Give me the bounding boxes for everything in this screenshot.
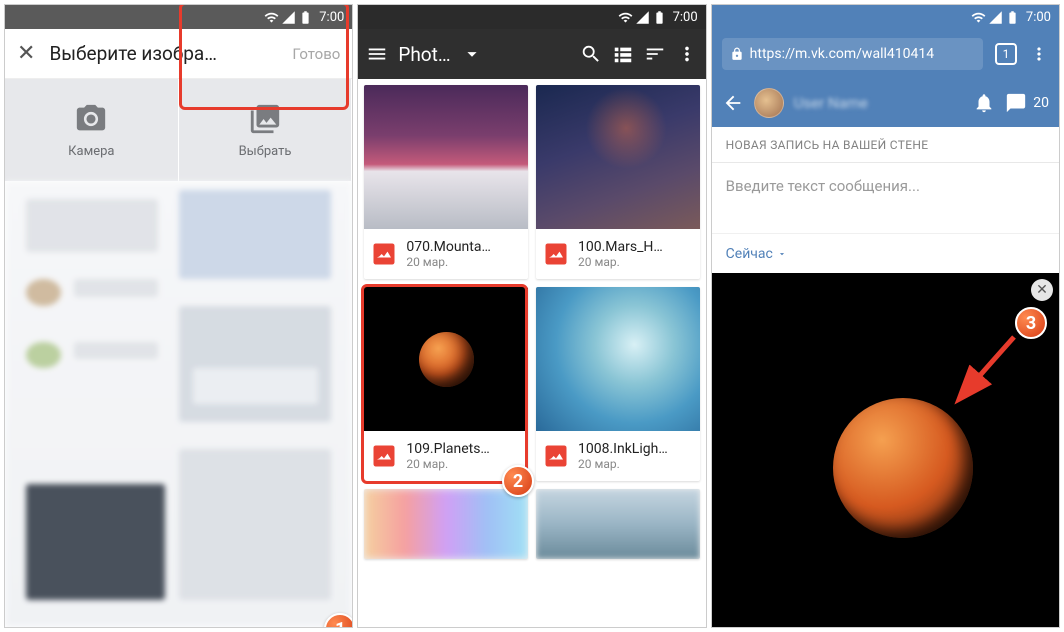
status-time: 7:00 — [673, 10, 698, 25]
thumbnail — [364, 287, 528, 431]
bell-icon[interactable] — [973, 92, 995, 114]
file-name: 1008.InkLigh… — [578, 441, 694, 457]
folder-title[interactable]: Phot… — [398, 43, 450, 66]
image-file-icon — [370, 240, 398, 268]
file-item[interactable]: 1008.InkLigh…20 мар. — [536, 287, 700, 481]
vk-navbar: User Name 20 — [712, 79, 1059, 127]
image-file-icon — [370, 442, 398, 470]
thumbnail — [536, 85, 700, 229]
file-date: 20 мар. — [406, 255, 522, 269]
visibility-label: Сейчас — [726, 246, 773, 262]
camera-icon — [74, 102, 108, 136]
more-icon[interactable] — [676, 43, 698, 65]
sort-icon[interactable] — [644, 43, 666, 65]
blurred-feed — [5, 181, 352, 627]
gallery-icon — [248, 102, 282, 136]
status-time: 7:00 — [319, 10, 344, 25]
file-date: 20 мар. — [578, 255, 694, 269]
status-bar: 7:00 — [5, 5, 352, 29]
url-text: https://m.vk.com/wall410414 — [750, 46, 934, 62]
file-name: 070.Mounta… — [406, 239, 522, 255]
back-icon[interactable] — [722, 92, 744, 114]
file-item[interactable]: 070.Mounta…20 мар. — [364, 85, 528, 279]
camera-button[interactable]: Камера — [5, 79, 179, 181]
signal-icon — [635, 10, 650, 25]
search-icon[interactable] — [580, 43, 602, 65]
image-file-icon — [542, 240, 570, 268]
image-file-icon — [542, 442, 570, 470]
phone-3: 7:00 https://m.vk.com/wall410414 1 User … — [711, 4, 1060, 628]
page-title: Выберите изобра… — [49, 42, 278, 65]
choose-label: Выбрать — [239, 144, 292, 159]
wifi-icon — [618, 10, 633, 25]
browser-bar: https://m.vk.com/wall410414 1 — [712, 29, 1059, 79]
thumbnail — [364, 489, 528, 559]
wifi-icon — [264, 10, 279, 25]
thumbnail — [536, 287, 700, 431]
section-header: НОВАЯ ЗАПИСЬ НА ВАШЕЙ СТЕНЕ — [712, 127, 1059, 163]
camera-label: Камера — [68, 144, 114, 159]
battery-icon — [298, 10, 313, 25]
status-bar: 7:00 — [712, 5, 1059, 29]
chevron-down-icon[interactable] — [461, 43, 483, 65]
phone-1: 7:00 ✕ Выберите изобра… Готово Камера Вы… — [4, 4, 353, 628]
avatar[interactable] — [754, 88, 784, 118]
step-badge-2: 2 — [502, 465, 534, 497]
file-date: 20 мар. — [406, 457, 522, 471]
step-badge-3: 3 — [1015, 307, 1047, 339]
thumbnail — [536, 489, 700, 559]
header: ✕ Выберите изобра… Готово — [5, 29, 352, 79]
user-name[interactable]: User Name — [794, 94, 964, 112]
files-header: Phot… — [358, 29, 705, 79]
post-input[interactable]: Введите текст сообщения... — [712, 163, 1059, 233]
file-item[interactable] — [536, 489, 700, 559]
message-count: 20 — [1033, 95, 1049, 111]
lock-icon — [730, 47, 744, 61]
signal-icon — [988, 10, 1003, 25]
wifi-icon — [971, 10, 986, 25]
tab-count[interactable]: 1 — [995, 43, 1017, 65]
status-time: 7:00 — [1026, 10, 1051, 25]
signal-icon — [281, 10, 296, 25]
thumbnail — [364, 85, 528, 229]
attached-image[interactable]: ✕ — [712, 273, 1059, 627]
chevron-down-icon — [777, 249, 787, 259]
battery-icon — [1005, 10, 1020, 25]
file-item[interactable] — [364, 489, 528, 559]
url-field[interactable]: https://m.vk.com/wall410414 — [722, 38, 983, 70]
file-name: 109.Planets… — [406, 441, 522, 457]
file-date: 20 мар. — [578, 457, 694, 471]
remove-attachment-icon[interactable]: ✕ — [1031, 279, 1053, 301]
file-item-selected[interactable]: 109.Planets…20 мар. — [364, 287, 528, 481]
phone-2: 7:00 Phot… 070.Mounta…20 мар. 100.Ma — [357, 4, 706, 628]
visibility-selector[interactable]: Сейчас — [712, 233, 1059, 273]
file-grid: 070.Mounta…20 мар. 100.Mars_H…20 мар. 10… — [358, 79, 705, 627]
choose-button[interactable]: Выбрать — [179, 79, 353, 181]
action-row: Камера Выбрать 1 — [5, 79, 352, 181]
battery-icon — [652, 10, 667, 25]
file-item[interactable]: 100.Mars_H…20 мар. — [536, 85, 700, 279]
close-icon[interactable]: ✕ — [17, 41, 35, 66]
list-view-icon[interactable] — [612, 43, 634, 65]
done-button[interactable]: Готово — [292, 45, 340, 63]
menu-icon[interactable] — [366, 43, 388, 65]
chat-icon[interactable] — [1005, 92, 1027, 114]
status-bar: 7:00 — [358, 5, 705, 29]
file-name: 100.Mars_H… — [578, 239, 694, 255]
browser-menu-icon[interactable] — [1029, 44, 1049, 64]
